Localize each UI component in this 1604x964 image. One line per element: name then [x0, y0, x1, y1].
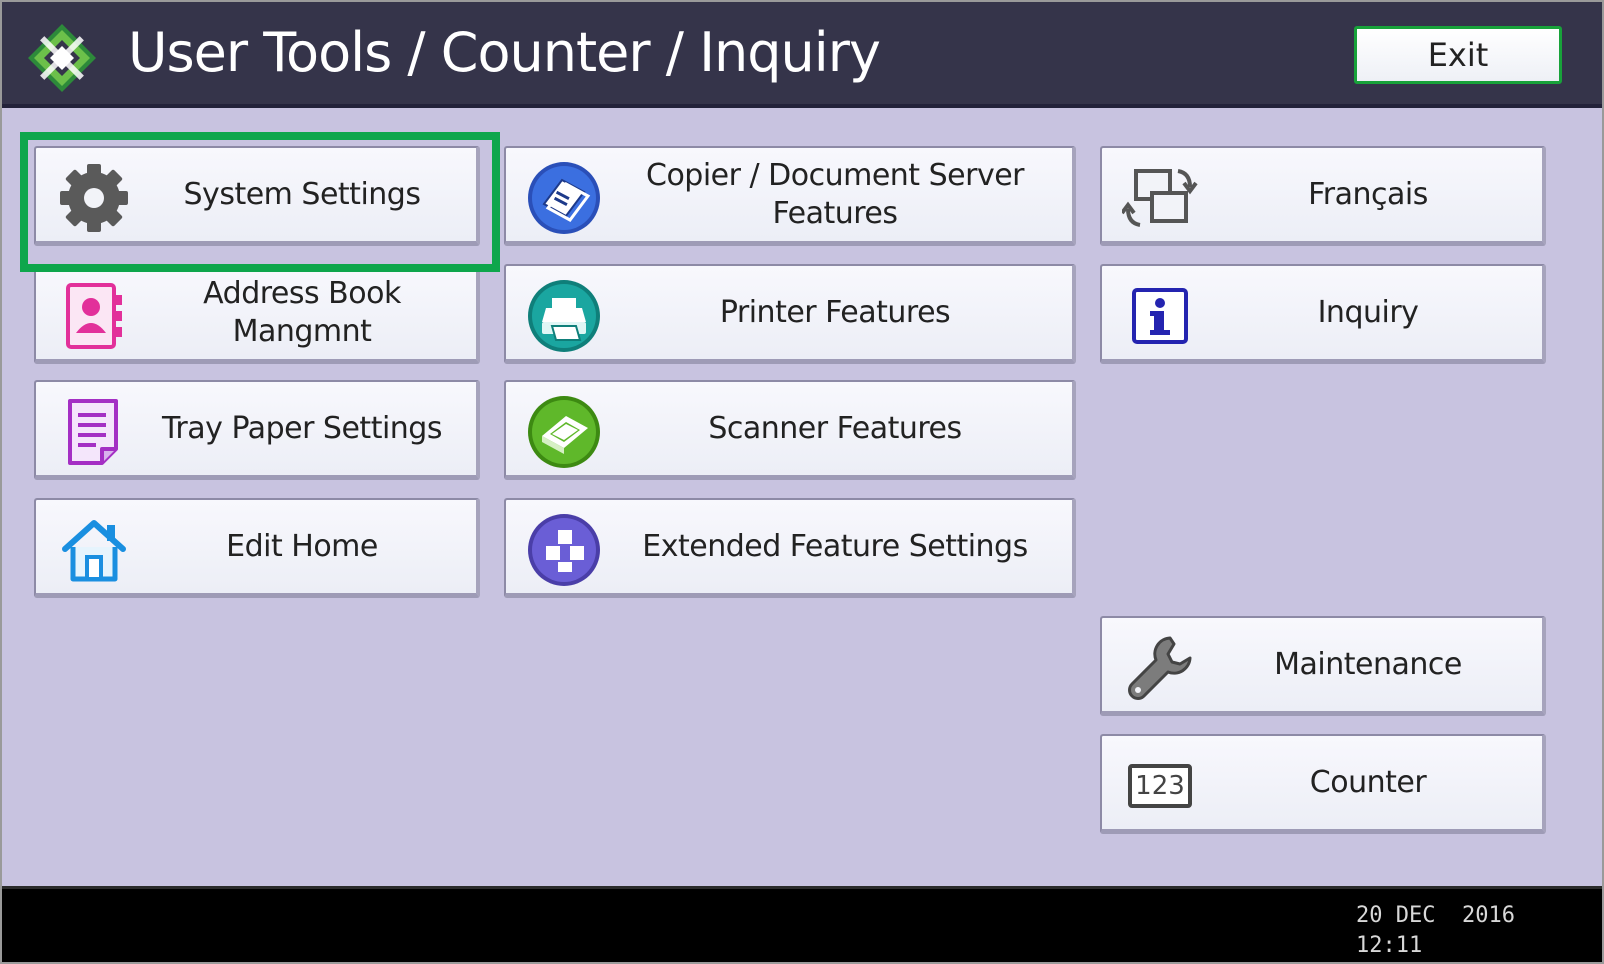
- counter-icon-digits: 123: [1128, 764, 1192, 808]
- title-bar: User Tools / Counter / Inquiry Exit: [2, 2, 1602, 108]
- scanner-features-label: Scanner Features: [708, 410, 962, 446]
- user-tools-screen: User Tools / Counter / Inquiry Exit Syst…: [2, 2, 1602, 962]
- maintenance-button[interactable]: Maintenance: [1100, 616, 1546, 716]
- scanner-icon: [526, 394, 602, 470]
- language-switch-icon: [1122, 160, 1198, 236]
- copier-label-line-1: Copier / Document Server: [646, 157, 1025, 193]
- tray-paper-settings-label: Tray Paper Settings: [162, 410, 442, 446]
- user-tools-logo-icon: [28, 24, 96, 92]
- status-bar: 20 DEC 2016 12:11: [2, 886, 1602, 962]
- system-settings-label: System Settings: [183, 176, 421, 212]
- printer-features-button[interactable]: Printer Features: [504, 264, 1076, 364]
- printer-features-label: Printer Features: [719, 294, 951, 330]
- address-book-label: Address Book Mangmnt: [203, 275, 401, 349]
- tray-paper-document-icon: [56, 394, 132, 470]
- extended-feature-settings-label: Extended Feature Settings: [642, 528, 1028, 564]
- status-date: 20 DEC 2016: [1356, 903, 1515, 928]
- extended-feature-settings-button[interactable]: Extended Feature Settings: [504, 498, 1076, 598]
- address-book-button[interactable]: Address Book Mangmnt: [34, 264, 480, 364]
- system-settings-button[interactable]: System Settings: [34, 146, 480, 246]
- home-icon: [56, 512, 132, 588]
- language-francais-button[interactable]: Français: [1100, 146, 1546, 246]
- copier-document-server-features-button[interactable]: Copier / Document Server Features: [504, 146, 1076, 246]
- gear-icon: [56, 160, 132, 236]
- scanner-features-button[interactable]: Scanner Features: [504, 380, 1076, 480]
- language-francais-label: Français: [1308, 176, 1428, 212]
- inquiry-button[interactable]: Inquiry: [1100, 264, 1546, 364]
- page-title: User Tools / Counter / Inquiry: [128, 21, 881, 84]
- counter-button[interactable]: 123 Counter: [1100, 734, 1546, 834]
- copier-label-line-2: Features: [772, 195, 899, 231]
- tray-paper-settings-button[interactable]: Tray Paper Settings: [34, 380, 480, 480]
- exit-button[interactable]: Exit: [1354, 26, 1562, 84]
- wrench-icon: [1122, 630, 1198, 706]
- printer-icon: [526, 278, 602, 354]
- address-book-icon: [56, 278, 132, 354]
- inquiry-label: Inquiry: [1317, 294, 1419, 330]
- edit-home-button[interactable]: Edit Home: [34, 498, 480, 598]
- maintenance-label: Maintenance: [1274, 646, 1462, 682]
- status-time: 12:11: [1356, 933, 1423, 958]
- info-icon: [1122, 278, 1198, 354]
- counter-label: Counter: [1309, 764, 1427, 800]
- counter-123-icon: 123: [1122, 748, 1198, 824]
- copier-document-server-features-label: Copier / Document Server Features: [606, 148, 1064, 241]
- extended-features-icon: [526, 512, 602, 588]
- copier-icon: [526, 160, 602, 236]
- edit-home-label: Edit Home: [226, 528, 378, 564]
